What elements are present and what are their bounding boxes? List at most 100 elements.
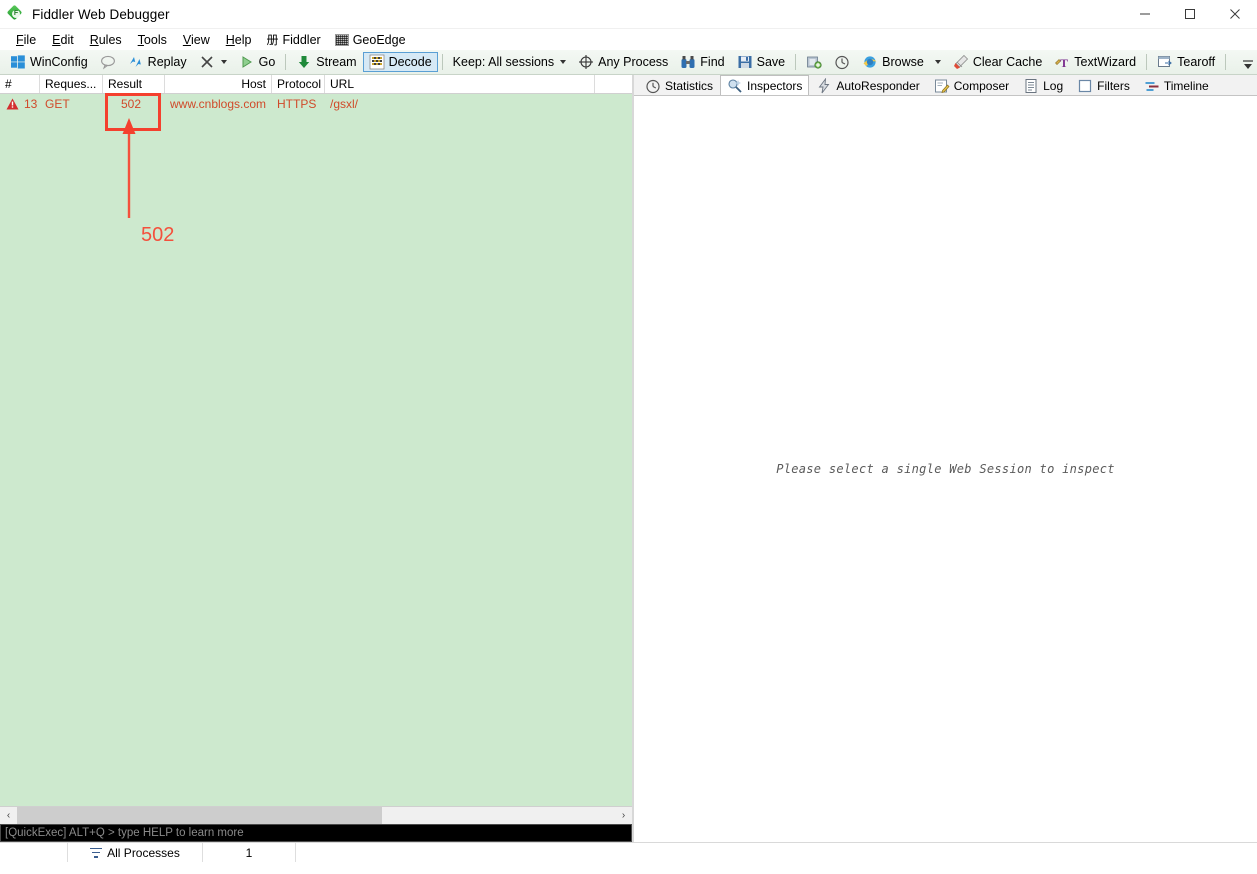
session-list-horizontal-scrollbar[interactable]: ‹ › [0,806,632,824]
menu-fiddler-extension[interactable]: 册 Fiddler [259,29,327,50]
column-header-request[interactable]: Reques... [40,75,103,93]
toolbar-overflow-icon[interactable] [1241,53,1255,71]
warning-triangle-icon [6,98,19,110]
stopwatch-icon [835,55,849,70]
menu-rules-label: R [89,32,99,47]
session-list-header: # Reques... Result Host Protocol URL [0,75,632,94]
replay-icon [129,57,141,67]
column-header-url[interactable]: URL [325,75,595,93]
tab-composer[interactable]: Composer [927,75,1016,95]
menu-tools[interactable]: Tools [130,31,175,49]
table-row[interactable]: 13 GET 502 www.cnblogs.com HTTPS /gsxl/ [0,94,632,114]
menu-file-rest: ile [23,32,37,47]
remove-button[interactable] [193,52,233,72]
decode-button[interactable]: Decode [362,52,438,72]
maximize-button[interactable] [1167,0,1212,28]
decode-label: Decode [388,55,432,69]
stream-button[interactable]: Stream [290,52,362,72]
menu-bar: File Edit Rules Tools View Help 册 Fiddle… [0,29,1257,50]
clear-cache-label: Clear Cache [972,55,1043,69]
menu-edit[interactable]: Edit [44,31,82,49]
cell-protocol: HTTPS [277,97,317,111]
menu-file-label: F [16,32,24,47]
column-header-protocol[interactable]: Protocol [272,75,325,93]
session-list-body[interactable]: 13 GET 502 www.cnblogs.com HTTPS /gsxl/ [0,94,632,806]
windows-logo-icon [11,55,25,69]
inspector-tabstrip: Statistics Inspectors AutoResponder Comp… [634,75,1257,96]
tearoff-window-icon [1158,56,1173,67]
cell-result: 502 [121,97,142,111]
cell-num: 13 [24,97,38,111]
textwizard-button[interactable]: T TextWizard [1048,52,1142,72]
status-cell-process-filter[interactable]: All Processes [68,843,203,862]
inspectors-magnifier-icon [728,78,742,93]
column-header-num[interactable]: # [0,75,40,93]
column-header-result[interactable]: Result [103,75,165,93]
fiddler-book-icon: 册 [266,33,279,47]
keep-dropdown-caret-icon[interactable] [560,60,567,64]
go-button[interactable]: Go [233,52,282,72]
camera-capture-icon [807,56,822,69]
log-lines-icon [1025,78,1037,93]
capture-screenshot-button[interactable] [800,52,828,72]
annotation-label: 502 [141,224,175,246]
tab-statistics-label: Statistics [665,78,714,93]
remove-dropdown-caret-icon[interactable] [220,60,227,64]
comment-button[interactable] [94,52,122,72]
menu-geoedge-extension[interactable]: GeoEdge [328,31,413,49]
menu-view-label: V [182,32,191,47]
scroll-right-button[interactable]: › [615,807,632,824]
inspector-empty-message: Please select a single Web Session to in… [776,462,1115,476]
toolbar-separator-1 [285,54,287,70]
toolbar-separator-5 [1225,54,1227,70]
replay-button[interactable]: Replay [122,52,193,72]
main-content: # Reques... Result Host Protocol URL 13 … [0,75,1257,842]
tab-filters[interactable]: Filters [1070,75,1137,95]
scroll-left-button[interactable]: ‹ [0,807,17,824]
any-process-button[interactable]: Any Process [572,52,674,72]
menu-edit-label: E [52,32,61,47]
tab-inspectors-label: Inspectors [747,78,803,93]
close-button[interactable] [1212,0,1257,28]
tab-timeline[interactable]: Timeline [1137,75,1216,95]
keep-sessions-label: Keep: All sessions [452,55,555,69]
window-title: Fiddler Web Debugger [32,6,170,22]
browse-label: Browse [882,55,924,69]
save-label: Save [756,55,786,69]
keep-sessions-dropdown[interactable]: Keep: All sessions [447,52,572,72]
go-label: Go [258,55,276,69]
quickexec-input[interactable]: [QuickExec] ALT+Q > type HELP to learn m… [0,824,632,842]
tab-autoresponder[interactable]: AutoResponder [809,75,926,95]
minimize-button[interactable] [1122,0,1167,28]
tab-timeline-label: Timeline [1163,78,1209,93]
menu-fiddler-label: Fiddler [282,32,321,47]
tab-log-label: Log [1043,78,1064,93]
menu-view[interactable]: View [175,31,218,49]
tearoff-label: Tearoff [1177,55,1216,69]
main-toolbar: WinConfig Replay Go Stream Decode Keep: … [0,50,1257,75]
column-header-host[interactable]: Host [165,75,272,93]
menu-rules-rest: ules [98,32,122,47]
tab-statistics[interactable]: Statistics [638,75,720,95]
browse-button[interactable]: Browse [856,52,947,72]
scrollbar-track[interactable] [17,807,615,824]
winconfig-button[interactable]: WinConfig [4,52,94,72]
winconfig-label: WinConfig [30,55,88,69]
tab-inspectors[interactable]: Inspectors [720,75,810,95]
inspector-pane: Statistics Inspectors AutoResponder Comp… [634,75,1257,842]
status-all-processes-label: All Processes [107,845,180,860]
tab-log[interactable]: Log [1016,75,1070,95]
svg-text:T: T [1060,56,1068,70]
menu-rules[interactable]: Rules [82,31,130,49]
find-button[interactable]: Find [674,52,730,72]
stopwatch-button[interactable] [828,52,856,72]
menu-edit-rest: dit [60,32,74,47]
browse-dropdown-caret-icon[interactable] [934,60,941,64]
save-button[interactable]: Save [731,52,792,72]
scrollbar-thumb[interactable] [17,807,382,824]
menu-help[interactable]: Help [218,31,260,49]
status-cell-session-count: 1 [203,843,296,862]
tearoff-button[interactable]: Tearoff [1151,52,1221,72]
menu-file[interactable]: File [8,31,44,49]
clear-cache-button[interactable]: Clear Cache [947,52,1048,72]
